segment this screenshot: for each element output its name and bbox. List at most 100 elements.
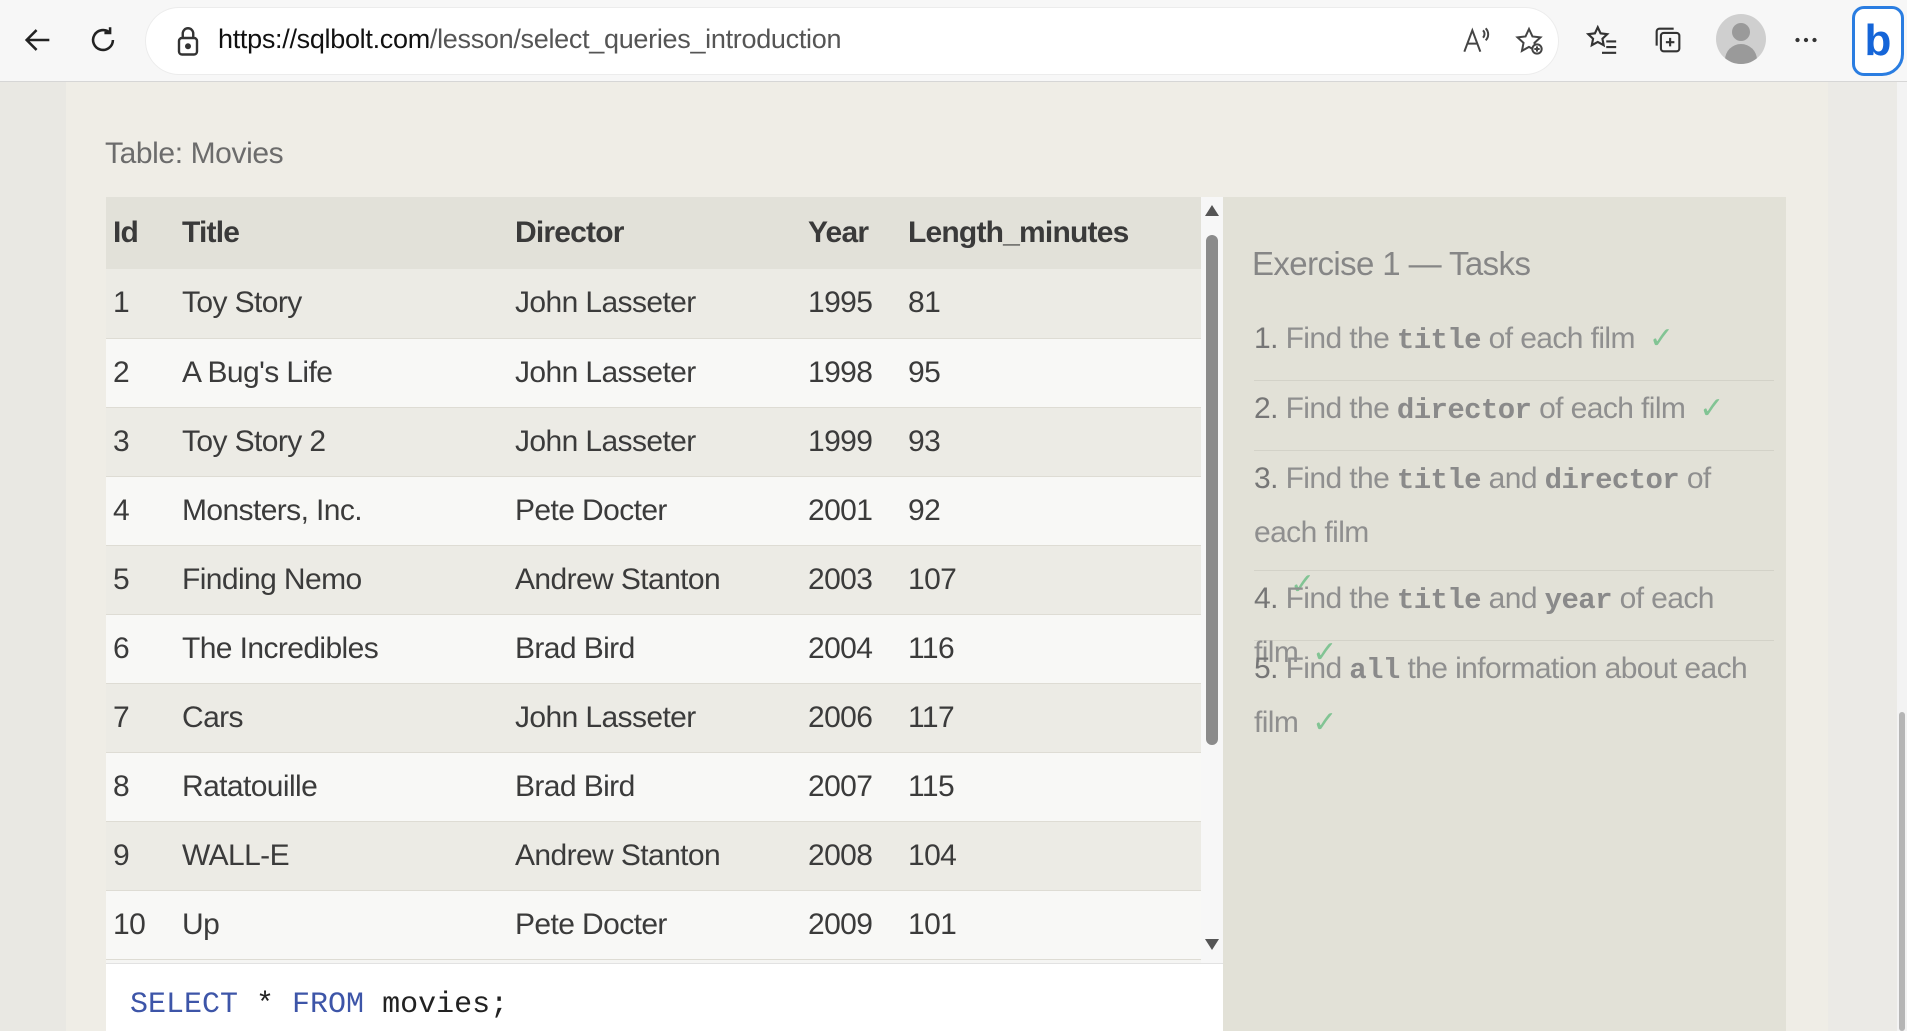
lock-icon[interactable] bbox=[170, 23, 206, 59]
task-item: 3. Find the title and director of each f… bbox=[1254, 453, 1774, 601]
table-cell: 6 bbox=[106, 614, 175, 684]
table-cell: A Bug's Life bbox=[175, 338, 508, 408]
task-item: 2. Find the director of each film ✓ bbox=[1254, 383, 1774, 451]
table-cell: 116 bbox=[901, 614, 1201, 684]
table-cell: 1998 bbox=[801, 338, 901, 408]
table-scrollbar[interactable] bbox=[1201, 197, 1223, 963]
table-cell: John Lasseter bbox=[508, 683, 801, 753]
sql-query-text[interactable]: SELECT * FROM movies; bbox=[130, 988, 508, 1022]
table-cell: 7 bbox=[106, 683, 175, 753]
browser-toolbar: https://sqlbolt.com/lesson/select_querie… bbox=[0, 0, 1907, 82]
table-cell: 2001 bbox=[801, 476, 901, 546]
bing-icon[interactable]: b bbox=[1852, 6, 1904, 76]
table-cell: Brad Bird bbox=[508, 752, 801, 822]
table-cell: Brad Bird bbox=[508, 614, 801, 684]
table-row: 8 Ratatouille Brad Bird 2007 115 bbox=[106, 752, 1201, 822]
table-cell: 3 bbox=[106, 407, 175, 477]
page-scrollbar-thumb[interactable] bbox=[1899, 712, 1905, 1031]
task-item: 4. Find the title and year of each film ✓ bbox=[1254, 573, 1774, 669]
table-row: 1 Toy Story John Lasseter 1995 81 bbox=[106, 269, 1201, 339]
table-cell: Andrew Stanton bbox=[508, 821, 801, 891]
table-cell: Up bbox=[175, 890, 508, 960]
table-cell: 2008 bbox=[801, 821, 901, 891]
page-margin-right bbox=[1828, 82, 1907, 1031]
task-number: 2. bbox=[1254, 392, 1278, 425]
check-icon: ✓ bbox=[1699, 392, 1724, 425]
table-cell: The Incredibles bbox=[175, 614, 508, 684]
address-bar[interactable]: https://sqlbolt.com/lesson/select_querie… bbox=[146, 8, 1558, 74]
table-cell: Cars bbox=[175, 683, 508, 753]
table-row: 6 The Incredibles Brad Bird 2004 116 bbox=[106, 614, 1201, 684]
url-host: https://sqlbolt.com bbox=[218, 24, 430, 54]
table-cell: Ratatouille bbox=[175, 752, 508, 822]
table-cell: Pete Docter bbox=[508, 476, 801, 546]
task-text: Find the bbox=[1285, 462, 1397, 495]
exercise-title: Exercise 1 — Tasks bbox=[1252, 245, 1531, 282]
task-text: Find the bbox=[1285, 392, 1397, 425]
task-number: 5. bbox=[1254, 652, 1278, 685]
table-scrollbar-thumb[interactable] bbox=[1206, 235, 1218, 745]
column-header: Title bbox=[175, 197, 508, 269]
table-cell: 1995 bbox=[801, 269, 901, 339]
table-cell: John Lasseter bbox=[508, 338, 801, 408]
column-header: Length_minutes bbox=[901, 197, 1201, 269]
sql-token: movies; bbox=[364, 988, 509, 1022]
table-cell: 1999 bbox=[801, 407, 901, 477]
sql-query-editor[interactable]: SELECT * FROM movies; bbox=[106, 963, 1223, 1031]
task-text: of each film bbox=[1531, 392, 1686, 425]
movies-table-container[interactable]: Id Title Director Year Length_minutes 1T… bbox=[106, 197, 1201, 963]
url-text[interactable]: https://sqlbolt.com/lesson/select_querie… bbox=[218, 24, 841, 55]
column-header: Year bbox=[801, 197, 901, 269]
table-row: 5 Finding Nemo Andrew Stanton 2003 107 bbox=[106, 545, 1201, 615]
table-cell: 2007 bbox=[801, 752, 901, 822]
table-row: 9 WALL-E Andrew Stanton 2008 104 bbox=[106, 821, 1201, 891]
table-cell: Toy Story bbox=[175, 269, 508, 339]
table-cell: 117 bbox=[901, 683, 1201, 753]
favorites-icon[interactable] bbox=[1574, 12, 1630, 68]
table-cell: 81 bbox=[901, 269, 1201, 339]
table-cell: 4 bbox=[106, 476, 175, 546]
table-row: 2A Bug's Life John Lasseter 1998 95 bbox=[106, 338, 1201, 408]
column-header: Id bbox=[106, 197, 175, 269]
sql-token: * bbox=[238, 988, 293, 1022]
table-cell: John Lasseter bbox=[508, 269, 801, 339]
task-text: Find the bbox=[1285, 582, 1397, 615]
table-cell: 2004 bbox=[801, 614, 901, 684]
table-cell: 9 bbox=[106, 821, 175, 891]
add-favorite-icon[interactable] bbox=[1509, 21, 1549, 61]
table-cell: John Lasseter bbox=[508, 407, 801, 477]
more-icon[interactable] bbox=[1778, 12, 1834, 68]
task-number: 1. bbox=[1254, 322, 1278, 355]
task-text: Find bbox=[1285, 652, 1350, 685]
table-cell: 2009 bbox=[801, 890, 901, 960]
movies-table: Id Title Director Year Length_minutes 1T… bbox=[106, 197, 1201, 960]
table-row: 4 Monsters, Inc. Pete Docter 2001 92 bbox=[106, 476, 1201, 546]
table-header-row: Id Title Director Year Length_minutes bbox=[106, 197, 1201, 269]
table-cell: 107 bbox=[901, 545, 1201, 615]
table-cell: 115 bbox=[901, 752, 1201, 822]
task-text: and bbox=[1480, 582, 1545, 615]
exercise-tasks-panel: Exercise 1 — Tasks 1. Find the title of … bbox=[1223, 197, 1786, 1031]
table-cell: Finding Nemo bbox=[175, 545, 508, 615]
back-icon[interactable] bbox=[10, 12, 66, 68]
scroll-up-arrow-icon[interactable] bbox=[1205, 205, 1219, 216]
table-cell: 5 bbox=[106, 545, 175, 615]
task-code: year bbox=[1544, 584, 1613, 617]
url-path: /lesson/select_queries_introduction bbox=[429, 24, 842, 54]
collections-icon[interactable] bbox=[1640, 12, 1696, 68]
read-aloud-icon[interactable] bbox=[1455, 21, 1495, 61]
profile-icon[interactable] bbox=[1716, 14, 1766, 64]
table-cell: Toy Story 2 bbox=[175, 407, 508, 477]
page-margin-left bbox=[0, 82, 66, 1031]
refresh-icon[interactable] bbox=[75, 12, 131, 68]
page-scrollbar[interactable] bbox=[1897, 82, 1907, 1031]
table-cell: Andrew Stanton bbox=[508, 545, 801, 615]
task-text: of each film bbox=[1480, 322, 1636, 355]
task-item: 5. Find all the information about each f… bbox=[1254, 643, 1774, 739]
task-text: Find the bbox=[1285, 322, 1397, 355]
scroll-down-arrow-icon[interactable] bbox=[1205, 939, 1219, 950]
table-cell: 8 bbox=[106, 752, 175, 822]
table-cell: 93 bbox=[901, 407, 1201, 477]
table-caption: Table: Movies bbox=[105, 137, 284, 170]
table-cell: 1 bbox=[106, 269, 175, 339]
